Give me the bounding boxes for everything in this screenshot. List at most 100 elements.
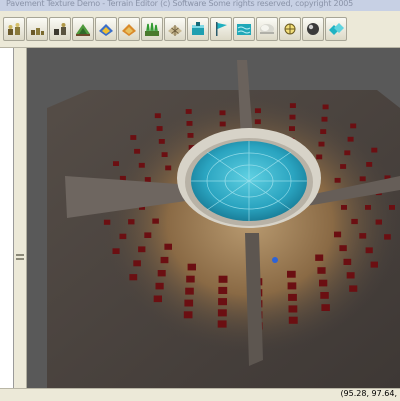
brick-tile (218, 275, 228, 283)
brick-tile (165, 165, 172, 171)
texture-blue-button[interactable] (95, 17, 117, 41)
brick-tile (158, 139, 165, 144)
brick-tile (128, 219, 135, 225)
brick-tile (254, 119, 261, 125)
weights-dark-icon (54, 23, 66, 35)
fog-icon (260, 24, 274, 34)
light-source-button[interactable] (279, 17, 301, 41)
brick-tile (153, 295, 162, 303)
texture-orange-button[interactable] (118, 17, 140, 41)
coordinate-readout: (95.28, 97.64, (340, 389, 397, 398)
brick-tile (322, 104, 329, 110)
brick-tile (112, 248, 120, 254)
terrain-scene[interactable] (27, 48, 400, 388)
brick-tile (185, 287, 194, 295)
brick-tile (350, 123, 357, 129)
texture-blue-icon (99, 24, 113, 36)
water-level-button[interactable] (187, 17, 209, 41)
brick-tile (359, 233, 367, 239)
water-surface-icon (237, 24, 251, 35)
brick-tile (184, 299, 194, 307)
brick-tile (154, 113, 161, 119)
brick-tile (129, 274, 138, 281)
sphere-icon (307, 23, 319, 35)
brick-tile (384, 234, 391, 240)
brick-tile (340, 164, 347, 169)
brick-tile (156, 126, 163, 131)
brick-tile (315, 254, 324, 261)
brick-tile (318, 141, 325, 147)
brick-tile (164, 243, 172, 250)
brick-tile (187, 133, 194, 138)
brick-tile (185, 109, 192, 114)
terrain-paint-button[interactable] (72, 17, 94, 41)
brick-tile (288, 316, 298, 324)
brick-tile (319, 279, 328, 287)
brick-tile (371, 147, 378, 153)
brick-tile (389, 205, 395, 210)
brick-tile (254, 108, 261, 114)
brick-tile (287, 270, 296, 278)
texture-orange-icon (122, 24, 136, 36)
brick-tile (144, 232, 152, 238)
light-source-icon (284, 23, 296, 35)
brick-tile (217, 320, 227, 328)
weights-dark-button[interactable] (49, 17, 71, 41)
brick-tile (103, 219, 111, 225)
weights-button[interactable] (3, 17, 25, 41)
brick-tile (134, 148, 141, 154)
grass-button[interactable] (141, 17, 163, 41)
weights-small-button[interactable] (26, 17, 48, 41)
brick-tile (186, 275, 195, 283)
splitter-grip[interactable] (16, 254, 24, 260)
brick-tile (339, 245, 347, 252)
water-surface-button[interactable] (233, 17, 255, 41)
brick-tile (365, 205, 371, 210)
brick-tile (160, 256, 169, 264)
brick-tile (288, 305, 298, 313)
brick-tile (375, 219, 382, 225)
brick-tile (321, 116, 328, 122)
left-panel (0, 48, 14, 388)
tiles-button[interactable] (325, 17, 347, 41)
brick-tile (346, 272, 355, 279)
brick-tile (161, 152, 168, 157)
fog-button[interactable] (256, 17, 278, 41)
brick-tile (130, 135, 137, 140)
water-dome-grid (191, 141, 307, 221)
panel-splitter[interactable] (14, 48, 27, 388)
brick-tile (344, 150, 351, 156)
brick-tile (317, 267, 326, 274)
brick-tile (334, 231, 342, 238)
status-bar: (95.28, 97.64, (0, 388, 400, 401)
brick-tile (359, 176, 366, 182)
brick-tile (217, 309, 227, 317)
brick-tile (152, 218, 159, 224)
3d-viewport[interactable] (27, 48, 400, 388)
tiles-icon (329, 23, 344, 35)
water-level-icon (192, 22, 204, 35)
brick-tile (218, 286, 228, 294)
brick-tile (183, 311, 193, 319)
brick-tile (334, 177, 341, 183)
brick-tile (219, 110, 226, 116)
brick-tile (351, 218, 358, 225)
brick-tile (218, 298, 227, 306)
brick-tile (289, 126, 295, 131)
brick-tile (113, 161, 119, 166)
brick-tile (186, 121, 193, 126)
weights-icon (8, 23, 20, 35)
sphere-button[interactable] (302, 17, 324, 41)
terrain-grid-button[interactable] (164, 17, 186, 41)
brick-tile (155, 282, 164, 290)
toolbar (0, 11, 400, 48)
brick-tile (343, 258, 352, 265)
flag-button[interactable] (210, 17, 232, 41)
brick-tile (365, 247, 373, 254)
brick-tile (219, 121, 226, 127)
window-title: Pavement Texture Demo - Terrain Editor (… (6, 0, 354, 8)
brick-tile (289, 114, 296, 120)
brick-tile (138, 246, 146, 253)
title-bar: Pavement Texture Demo - Terrain Editor (… (0, 0, 400, 11)
brick-tile (316, 154, 323, 160)
